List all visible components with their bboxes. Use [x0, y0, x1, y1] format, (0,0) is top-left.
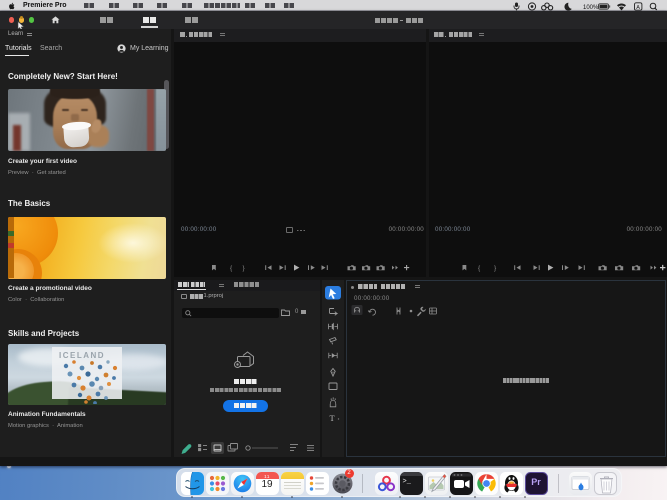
svg-text:A: A [636, 4, 640, 10]
svg-text:{: { [230, 265, 233, 272]
svg-text:100%: 100% [583, 5, 599, 11]
svg-text:T: T [330, 413, 336, 423]
svg-text:}: } [494, 265, 497, 272]
svg-text:{: { [478, 265, 481, 272]
svg-text:}: } [243, 265, 246, 272]
